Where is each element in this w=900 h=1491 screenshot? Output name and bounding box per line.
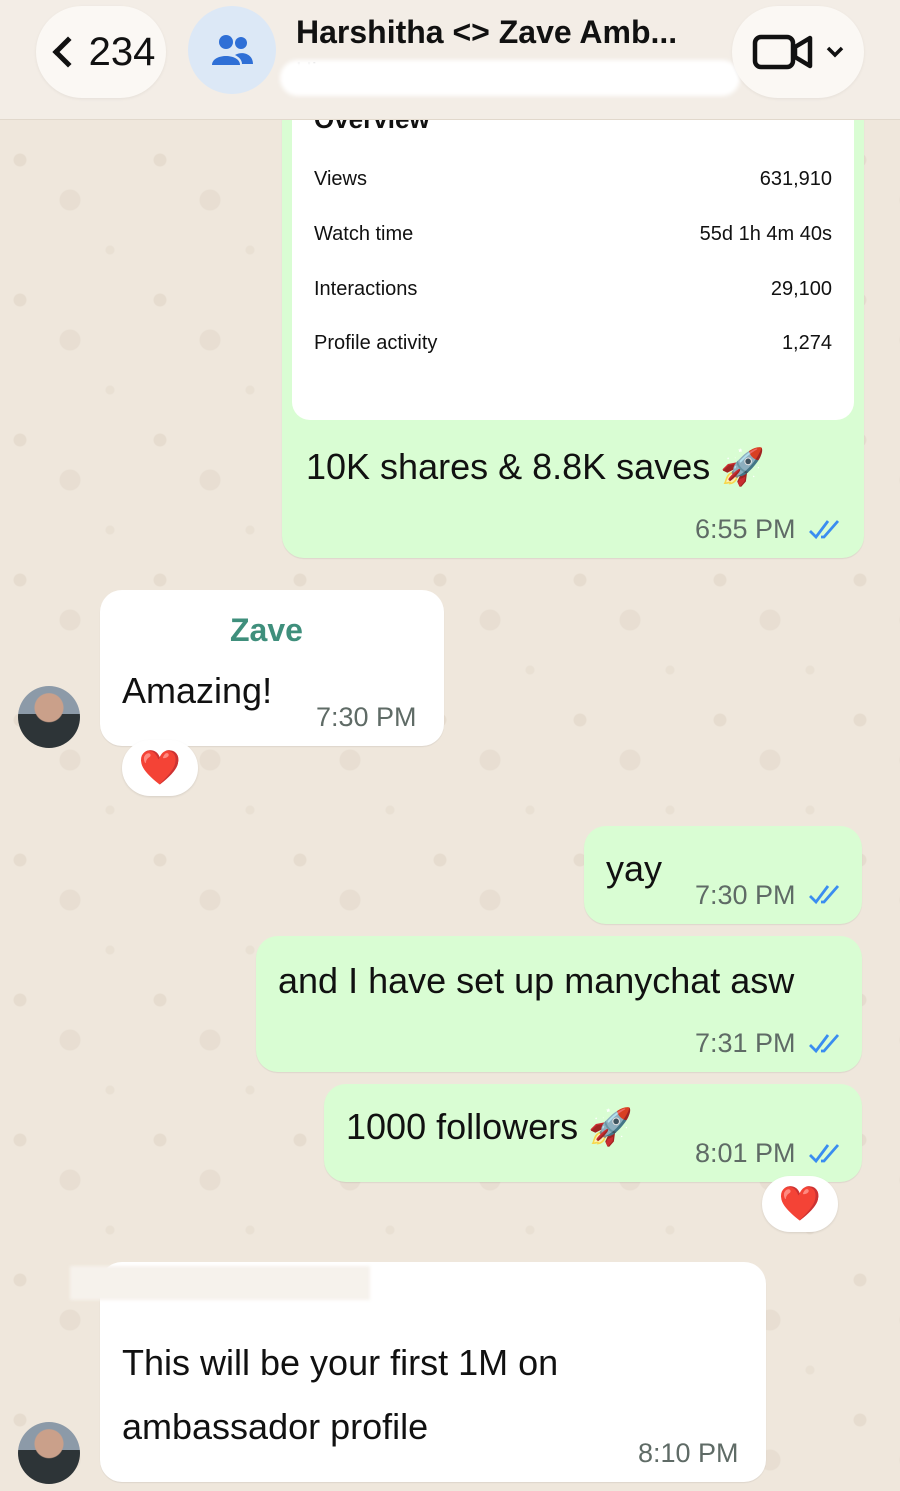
row-label: Interactions bbox=[314, 278, 418, 300]
avatar[interactable] bbox=[18, 1422, 80, 1484]
double-check-icon bbox=[809, 520, 840, 540]
back-button[interactable]: 234 bbox=[36, 6, 166, 98]
group-avatar[interactable] bbox=[188, 6, 276, 94]
message-time: 6:55 PM bbox=[695, 514, 796, 544]
message-text: 1000 followers 🚀 bbox=[346, 1106, 633, 1147]
chevron-down-icon bbox=[826, 46, 844, 58]
double-check-icon bbox=[809, 1034, 840, 1054]
avatar[interactable] bbox=[18, 686, 80, 748]
redaction-mark bbox=[118, 612, 218, 646]
message-text: This will be your first 1M on bbox=[122, 1342, 559, 1383]
row-value: 1,274 bbox=[781, 332, 832, 354]
row-label: Profile activity bbox=[314, 332, 438, 354]
row-value: 29,100 bbox=[770, 278, 832, 300]
sender-name[interactable]: Zave bbox=[230, 612, 303, 649]
message-text: ambassador profile bbox=[122, 1406, 429, 1447]
message-text: 10K shares & 8.8K saves 🚀 bbox=[306, 446, 766, 487]
message-time: 7:31 PM bbox=[695, 1028, 796, 1058]
chat-title[interactable]: Harshitha <> Zave Amb... bbox=[296, 14, 716, 51]
redaction-mark bbox=[280, 60, 740, 96]
message-time: 8:01 PM bbox=[695, 1138, 796, 1168]
message-time: 7:30 PM bbox=[695, 880, 796, 910]
chevron-left-icon bbox=[52, 36, 84, 68]
row-label: Views bbox=[314, 168, 367, 190]
unread-count: 234 bbox=[88, 29, 156, 74]
redaction-mark bbox=[70, 1266, 370, 1300]
message-time: 8:10 PM bbox=[638, 1438, 739, 1468]
video-call-button[interactable] bbox=[732, 6, 864, 98]
chat-header: 234 Harshitha <> Zave Amb... Hi bbox=[0, 0, 900, 120]
message-text: Amazing! bbox=[122, 670, 273, 711]
message-text: yay bbox=[606, 848, 663, 889]
row-value: 631,910 bbox=[759, 168, 832, 190]
row-value: 55d 1h 4m 40s bbox=[699, 223, 832, 245]
insights-overview-card[interactable]: Overview Views 631,910 Watch time 55d 1h… bbox=[292, 100, 854, 420]
message-text: and I have set up manychat asw bbox=[278, 960, 795, 1001]
group-icon bbox=[212, 35, 253, 65]
video-camera-icon bbox=[752, 34, 813, 70]
double-check-icon bbox=[809, 885, 840, 905]
row-label: Watch time bbox=[314, 223, 414, 245]
message-time: 7:30 PM bbox=[316, 702, 417, 732]
heart-reaction[interactable]: ❤️ bbox=[762, 1176, 838, 1232]
double-check-icon bbox=[809, 1144, 840, 1164]
heart-reaction[interactable]: ❤️ bbox=[122, 740, 198, 796]
